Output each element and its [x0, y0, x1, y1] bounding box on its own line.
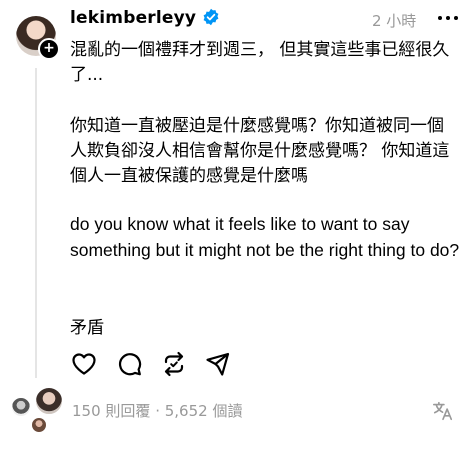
- reply-count[interactable]: 150 則回覆: [72, 402, 150, 420]
- author-avatar-wrap[interactable]: +: [16, 16, 60, 60]
- username[interactable]: lekimberleyy: [70, 8, 196, 28]
- verified-badge-icon: [203, 8, 219, 26]
- post-paragraph: 混亂的一個禮拜才到週三， 但其實這些事已經很久了...: [70, 40, 450, 85]
- add-icon[interactable]: +: [38, 38, 60, 60]
- post-timestamp: 2 小時: [372, 12, 417, 30]
- post-stats: 150 則回覆 · 5,652 個讀: [72, 400, 242, 421]
- thread-line: [35, 68, 37, 378]
- replier-avatar: [30, 416, 48, 434]
- view-count: 5,652 個讀: [164, 402, 243, 420]
- repost-icon[interactable]: [160, 350, 188, 378]
- more-icon[interactable]: [436, 8, 460, 28]
- post-paragraph: do you know what it feels like to want t…: [70, 214, 460, 260]
- post-header: lekimberleyy: [70, 8, 220, 28]
- heart-icon[interactable]: [70, 350, 98, 378]
- post-paragraph: 矛盾: [70, 318, 104, 338]
- translate-icon[interactable]: [432, 400, 454, 422]
- replier-avatars[interactable]: [10, 384, 64, 434]
- comment-icon[interactable]: [116, 350, 144, 378]
- replier-avatar: [34, 386, 64, 416]
- stats-separator: ·: [155, 402, 160, 420]
- share-icon[interactable]: [204, 350, 232, 378]
- post-paragraph: 你知道一直被壓迫是什麼感覺嗎？你知道被同一個人欺負卻沒人相信會幫你是什麼感覺嗎？…: [70, 116, 450, 186]
- replier-avatar: [10, 396, 32, 418]
